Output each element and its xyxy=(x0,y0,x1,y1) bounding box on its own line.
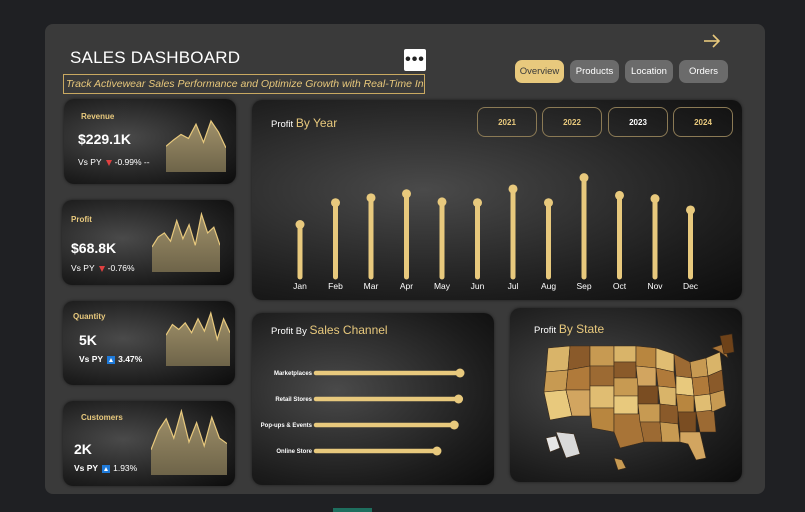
bar-cap xyxy=(402,189,411,199)
profit-by-channel-chart: Marketplaces Retail Stores Pop-ups & Event… xyxy=(261,368,465,456)
arrow-up-icon xyxy=(102,464,111,473)
arrow-down-icon xyxy=(105,159,112,166)
year-filter-2024[interactable]: 2024 xyxy=(673,107,733,137)
page-indicator xyxy=(333,508,372,512)
kpi-card-revenue: Revenue $229.1K Vs PY -0.99% -- xyxy=(64,99,236,184)
kpi-label: Revenue xyxy=(81,112,115,121)
year-filter-2022[interactable]: 2022 xyxy=(542,107,602,137)
kpi-delta-value: -0.99% -- xyxy=(114,157,150,167)
month-label: Feb xyxy=(328,281,343,291)
bar-cap xyxy=(615,190,624,200)
bar-cap xyxy=(295,220,305,229)
arrow-right-icon[interactable] xyxy=(702,32,722,50)
bar-cap xyxy=(508,184,518,194)
bar-cap xyxy=(331,198,340,208)
bar-cap xyxy=(544,198,553,208)
bar-cap xyxy=(579,173,589,183)
kpi-delta: Vs PY -0.76% xyxy=(71,263,135,273)
kpi-delta-value: -0.76% xyxy=(107,263,135,273)
kpi-value: 5K xyxy=(79,332,97,348)
kpi-vs-label: Vs PY xyxy=(74,463,99,473)
profit-by-channel-panel: Profit By Sales Channel Marketplaces Reta… xyxy=(252,313,494,485)
page-title: SALES DASHBOARD xyxy=(70,48,241,67)
channel-bar-cap xyxy=(449,420,459,430)
channel-label: Pop-ups & Events xyxy=(261,423,313,429)
bar-cap xyxy=(437,197,447,207)
channel-bar-cap xyxy=(455,368,465,378)
sparkline-quantity xyxy=(166,311,230,366)
kpi-vs-label: Vs PY xyxy=(71,263,95,273)
bar-cap xyxy=(650,194,660,204)
month-label: Dec xyxy=(683,281,699,291)
bar-cap xyxy=(473,198,482,208)
kpi-delta: Vs PY 1.93% xyxy=(74,463,137,473)
kpi-delta: Vs PY -0.99% -- xyxy=(78,157,150,167)
kpi-label: Customers xyxy=(81,413,123,422)
kpi-card-quantity: Quantity 5K Vs PY 3.47% xyxy=(63,301,235,385)
sparkline-area xyxy=(152,214,220,272)
sparkline-area xyxy=(166,121,226,172)
sparkline-area xyxy=(166,313,230,366)
kpi-delta-value: 1.93% xyxy=(113,463,138,473)
arrow-up-icon xyxy=(107,355,116,364)
us-state-map[interactable] xyxy=(510,308,742,482)
channel-bar-cap xyxy=(454,394,464,404)
kpi-value: 2K xyxy=(74,441,92,457)
year-filter-2023[interactable]: 2023 xyxy=(608,107,668,137)
sparkline-profit xyxy=(152,212,220,272)
channel-bar-cap xyxy=(432,446,442,456)
sparkline-revenue xyxy=(166,119,226,172)
month-label: Aug xyxy=(541,281,556,291)
year-filter-2021[interactable]: 2021 xyxy=(477,107,537,137)
month-label: Sep xyxy=(576,281,591,291)
tab-location[interactable]: Location xyxy=(625,60,673,83)
kpi-value: $68.8K xyxy=(71,240,117,256)
bar-cap xyxy=(366,193,376,203)
arrow-down-icon xyxy=(98,265,105,272)
channel-label: Retail Stores xyxy=(275,397,312,403)
kpi-card-customers: Customers 2K Vs PY 1.93% xyxy=(63,401,235,486)
month-label: Mar xyxy=(364,281,379,291)
month-label: Jun xyxy=(471,281,485,291)
month-label: May xyxy=(434,281,451,291)
month-label: Apr xyxy=(400,281,413,291)
bar-cap xyxy=(686,205,695,215)
kpi-value: $229.1K xyxy=(78,131,131,147)
kpi-delta-value: 3.47% xyxy=(118,354,143,364)
kpi-vs-label: Vs PY xyxy=(78,157,102,167)
tab-orders[interactable]: Orders xyxy=(679,60,728,83)
kpi-label: Quantity xyxy=(73,312,106,321)
sparkline-customers xyxy=(151,409,227,475)
more-options-button[interactable]: ••• xyxy=(404,49,426,71)
profit-by-state-panel: Profit By State xyxy=(510,308,742,482)
month-label: Nov xyxy=(647,281,663,291)
month-label: Oct xyxy=(613,281,627,291)
tab-overview[interactable]: Overview xyxy=(515,60,564,83)
month-label: Jul xyxy=(508,281,519,291)
tab-products[interactable]: Products xyxy=(570,60,619,83)
kpi-label: Profit xyxy=(71,215,92,224)
channel-label: Marketplaces xyxy=(274,371,313,377)
month-label: Jan xyxy=(293,281,307,291)
kpi-vs-label: Vs PY xyxy=(79,354,104,364)
channel-label: Online Store xyxy=(276,449,312,455)
kpi-delta: Vs PY 3.47% xyxy=(79,354,142,364)
page-subtitle: Track Activewear Sales Performance and O… xyxy=(63,74,425,94)
kpi-card-profit: Profit $68.8K Vs PY -0.76% xyxy=(62,200,234,285)
